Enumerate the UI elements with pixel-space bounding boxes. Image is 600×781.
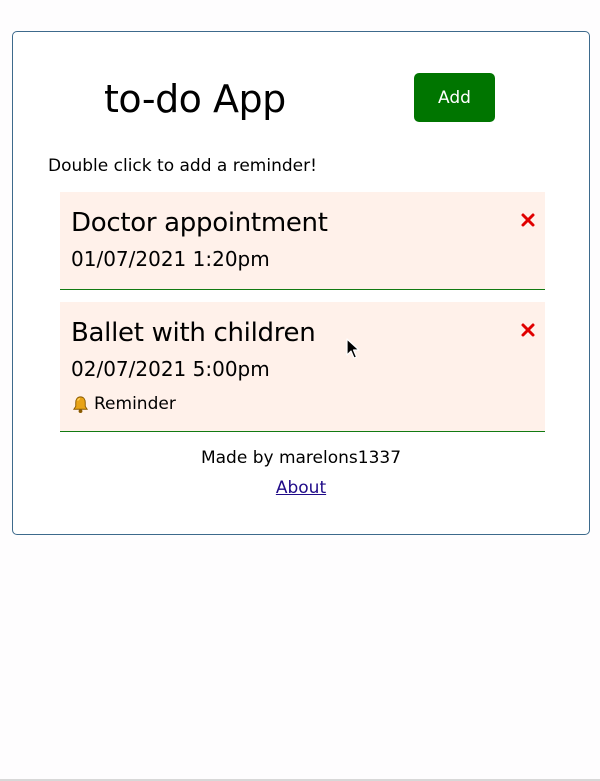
task-date: 02/07/2021 5:00pm <box>71 357 270 381</box>
app-title: to-do App <box>104 77 286 121</box>
made-by-text: Made by marelons1337 <box>200 448 402 468</box>
task-item[interactable]: Ballet with children 02/07/2021 5:00pm R… <box>60 302 545 432</box>
task-title: Doctor appointment <box>71 208 328 238</box>
close-x-icon[interactable] <box>520 212 536 228</box>
task-item[interactable]: Doctor appointment 01/07/2021 1:20pm <box>60 192 545 290</box>
hint-text: Double click to add a reminder! <box>48 156 317 176</box>
header: to-do App Add <box>13 32 589 162</box>
add-button[interactable]: Add <box>414 73 495 122</box>
bell-icon <box>72 395 89 413</box>
footer: Made by marelons1337 About <box>13 446 589 500</box>
task-title: Ballet with children <box>71 318 316 348</box>
close-x-icon[interactable] <box>520 322 536 338</box>
task-date: 01/07/2021 1:20pm <box>71 247 270 271</box>
about-link[interactable]: About <box>276 476 326 500</box>
reminder-label: Reminder <box>94 394 176 414</box>
app-container: to-do App Add Double click to add a remi… <box>12 31 590 535</box>
reminder-indicator: Reminder <box>71 392 176 416</box>
